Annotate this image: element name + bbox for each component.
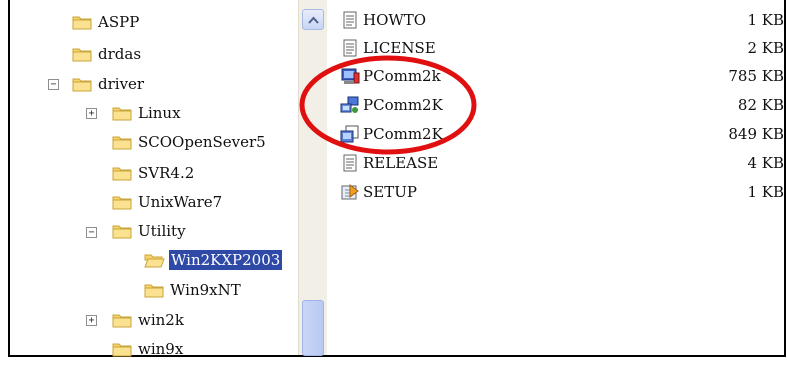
file-name: LICENSE — [363, 39, 436, 57]
file-size: 4 KB — [747, 154, 784, 172]
tree-item-win2kxp2003[interactable]: Win2KXP2003 — [144, 248, 284, 272]
tree-item-driver[interactable]: driver — [72, 72, 146, 96]
file-name: RELEASE — [363, 154, 439, 172]
folder-tree: ASPP drdas − driver + Linux SCOOpenSever… — [20, 0, 300, 358]
file-row-license[interactable]: LICENSE 2 KB — [340, 36, 787, 60]
folder-icon — [72, 16, 92, 30]
folder-icon — [112, 196, 132, 210]
chevron-up-icon — [308, 16, 319, 24]
expand-toggle-linux[interactable]: + — [86, 108, 97, 119]
tree-item-label: Win9xNT — [170, 281, 241, 299]
tree-item-label: driver — [98, 75, 145, 93]
tree-item-label: Utility — [138, 222, 186, 240]
file-row-pcomm2k-setup[interactable]: PComm2K 849 KB — [340, 122, 787, 146]
file-size: 1 KB — [747, 11, 784, 29]
file-name: PComm2K — [363, 125, 443, 143]
tree-item-aspp[interactable]: ASPP — [72, 10, 141, 34]
application-icon — [341, 68, 360, 84]
tree-item-scoopensever5[interactable]: SCOOpenSever5 — [112, 130, 268, 154]
file-size: 82 KB — [737, 96, 784, 114]
collapse-toggle-utility[interactable]: − — [86, 227, 97, 238]
tree-item-label: ASPP — [98, 13, 140, 31]
folder-icon — [112, 314, 132, 328]
open-folder-icon — [144, 254, 165, 268]
file-name: PComm2K — [363, 96, 443, 114]
expand-toggle-win2k[interactable]: + — [86, 315, 97, 326]
file-row-pcomm2k-app[interactable]: PComm2k 785 KB — [340, 64, 787, 88]
scroll-up-button[interactable] — [302, 9, 324, 30]
file-row-pcomm2k-network[interactable]: PComm2K 82 KB — [340, 93, 787, 117]
file-row-release[interactable]: RELEASE 4 KB — [340, 151, 787, 175]
tree-item-label: win2k — [138, 311, 184, 329]
tree-item-label: Linux — [138, 104, 181, 122]
tree-item-label: UnixWare7 — [138, 193, 223, 211]
tree-item-label: Win2KXP2003 — [167, 249, 284, 271]
file-row-howto[interactable]: HOWTO 1 KB — [340, 8, 787, 32]
folder-icon — [72, 78, 92, 92]
file-size: 2 KB — [747, 39, 784, 57]
tree-item-label: SCOOpenSever5 — [138, 133, 266, 151]
file-size: 849 KB — [728, 125, 784, 143]
folder-icon — [144, 284, 164, 298]
folder-icon — [72, 48, 92, 62]
file-name: PComm2k — [363, 67, 441, 85]
folder-icon — [112, 343, 132, 357]
scroll-thumb[interactable] — [302, 300, 324, 356]
tree-item-win9x[interactable]: win9x — [112, 337, 185, 361]
explorer-window: ASPP drdas − driver + Linux SCOOpenSever… — [8, 0, 787, 358]
tree-item-utility[interactable]: Utility — [112, 219, 188, 243]
file-row-setup[interactable]: SETUP 1 KB — [340, 180, 787, 204]
tree-item-unixware7[interactable]: UnixWare7 — [112, 190, 224, 214]
tree-item-label: SVR4.2 — [138, 164, 195, 182]
tree-item-drdas[interactable]: drdas — [72, 42, 143, 66]
file-list: HOWTO 1 KB LICENSE 2 KB PComm2k 785 KB P… — [340, 0, 787, 355]
folder-icon — [112, 225, 132, 239]
tree-item-win9xnt[interactable]: Win9xNT — [144, 278, 243, 302]
tree-item-linux[interactable]: Linux — [112, 101, 183, 125]
file-name: SETUP — [363, 183, 417, 201]
file-size: 785 KB — [728, 67, 784, 85]
folder-icon — [112, 167, 132, 181]
tree-scrollbar[interactable] — [298, 0, 327, 356]
file-name: HOWTO — [363, 11, 427, 29]
setup-icon — [341, 184, 359, 200]
text-file-icon — [343, 39, 357, 57]
tree-item-win2k[interactable]: win2k — [112, 308, 186, 332]
tree-item-svr42[interactable]: SVR4.2 — [112, 161, 196, 185]
network-computer-icon — [340, 96, 359, 113]
tree-item-label: win9x — [138, 340, 184, 358]
setup-package-icon — [340, 125, 359, 143]
tree-item-label: drdas — [98, 45, 142, 63]
text-file-icon — [343, 154, 357, 172]
folder-icon — [112, 136, 132, 150]
collapse-toggle-driver[interactable]: − — [48, 79, 59, 90]
folder-icon — [112, 107, 132, 121]
text-file-icon — [343, 11, 357, 29]
file-size: 1 KB — [747, 183, 784, 201]
